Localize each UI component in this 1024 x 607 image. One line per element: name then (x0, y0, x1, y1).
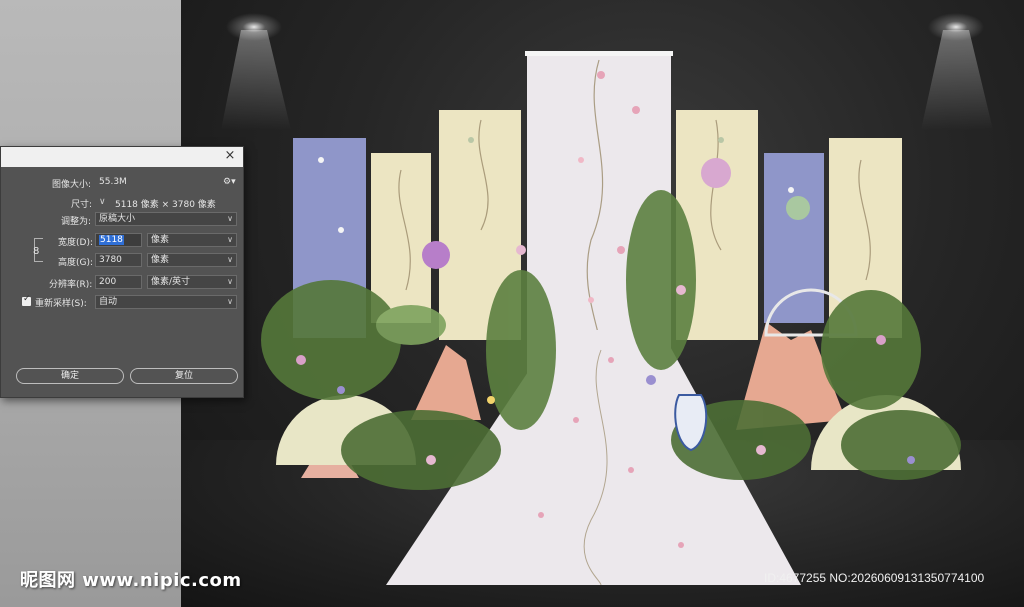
panel-top-bar (525, 51, 673, 56)
resample-value: 自动 (99, 297, 118, 307)
chevron-down-icon: ∨ (227, 297, 233, 306)
width-label: 宽度(D): (58, 238, 93, 248)
fit-to-value: 原稿大小 (99, 214, 136, 224)
image-size-value: 55.3M (99, 177, 127, 187)
chevron-down-icon: ∨ (227, 277, 233, 286)
width-value: 5118 (99, 235, 124, 245)
resolution-value: 200 (99, 277, 117, 287)
spotlight-beam-right (921, 30, 993, 130)
close-icon[interactable]: × (223, 149, 237, 163)
width-unit-select[interactable]: 像素 ∨ (147, 233, 237, 247)
resolution-label: 分辨率(R): (49, 280, 93, 290)
height-unit-select[interactable]: 像素 ∨ (147, 253, 237, 267)
wedding-stage-illustration (221, 13, 993, 586)
reset-button[interactable]: 复位 (130, 368, 238, 384)
image-id-label: ID:4677255 NO:20260609131350774100 (764, 571, 985, 585)
link-icon[interactable]: 8 (33, 246, 39, 257)
width-unit: 像素 (151, 235, 170, 245)
fit-to-label: 调整为: (61, 217, 92, 227)
height-label: 高度(G): (58, 258, 94, 268)
height-unit: 像素 (151, 255, 170, 265)
image-size-label: 图像大小: (52, 180, 92, 190)
ok-button[interactable]: 确定 (16, 368, 124, 384)
fit-to-select[interactable]: 原稿大小 ∨ (95, 212, 237, 226)
resample-label: 重新采样(S): (35, 299, 87, 309)
resolution-input[interactable]: 200 (95, 275, 142, 289)
chevron-down-icon: ∨ (227, 255, 233, 264)
width-input[interactable]: 5118 (95, 233, 142, 247)
height-value: 3780 (99, 255, 122, 265)
spotlight-beam-left (221, 30, 291, 130)
image-size-dialog: × 图像大小: 55.3M ⚙▾ 尺寸: ∨ 5118 像素 × 3780 像素… (0, 146, 244, 398)
dialog-titlebar[interactable]: × (1, 147, 243, 167)
dimensions-value: 5118 像素 × 3780 像素 (115, 200, 216, 210)
resolution-unit: 像素/英寸 (151, 277, 191, 287)
resolution-unit-select[interactable]: 像素/英寸 ∨ (147, 275, 237, 289)
chevron-down-icon: ∨ (227, 214, 233, 223)
height-input[interactable]: 3780 (95, 253, 142, 267)
site-watermark: 昵图网 www.nipic.com (20, 570, 242, 591)
chevron-down-icon[interactable]: ∨ (99, 197, 106, 207)
lantern-purple-left (422, 241, 450, 269)
gear-icon[interactable]: ⚙▾ (223, 177, 236, 187)
resample-checkbox[interactable] (22, 294, 31, 306)
dimensions-label: 尺寸: (71, 200, 93, 210)
lantern-green-right (786, 196, 810, 220)
panel-purple-right (764, 153, 824, 323)
lantern-pink-right (701, 158, 731, 188)
chevron-down-icon: ∨ (227, 235, 233, 244)
resample-select[interactable]: 自动 ∨ (95, 295, 237, 309)
mountain-left (411, 345, 481, 420)
